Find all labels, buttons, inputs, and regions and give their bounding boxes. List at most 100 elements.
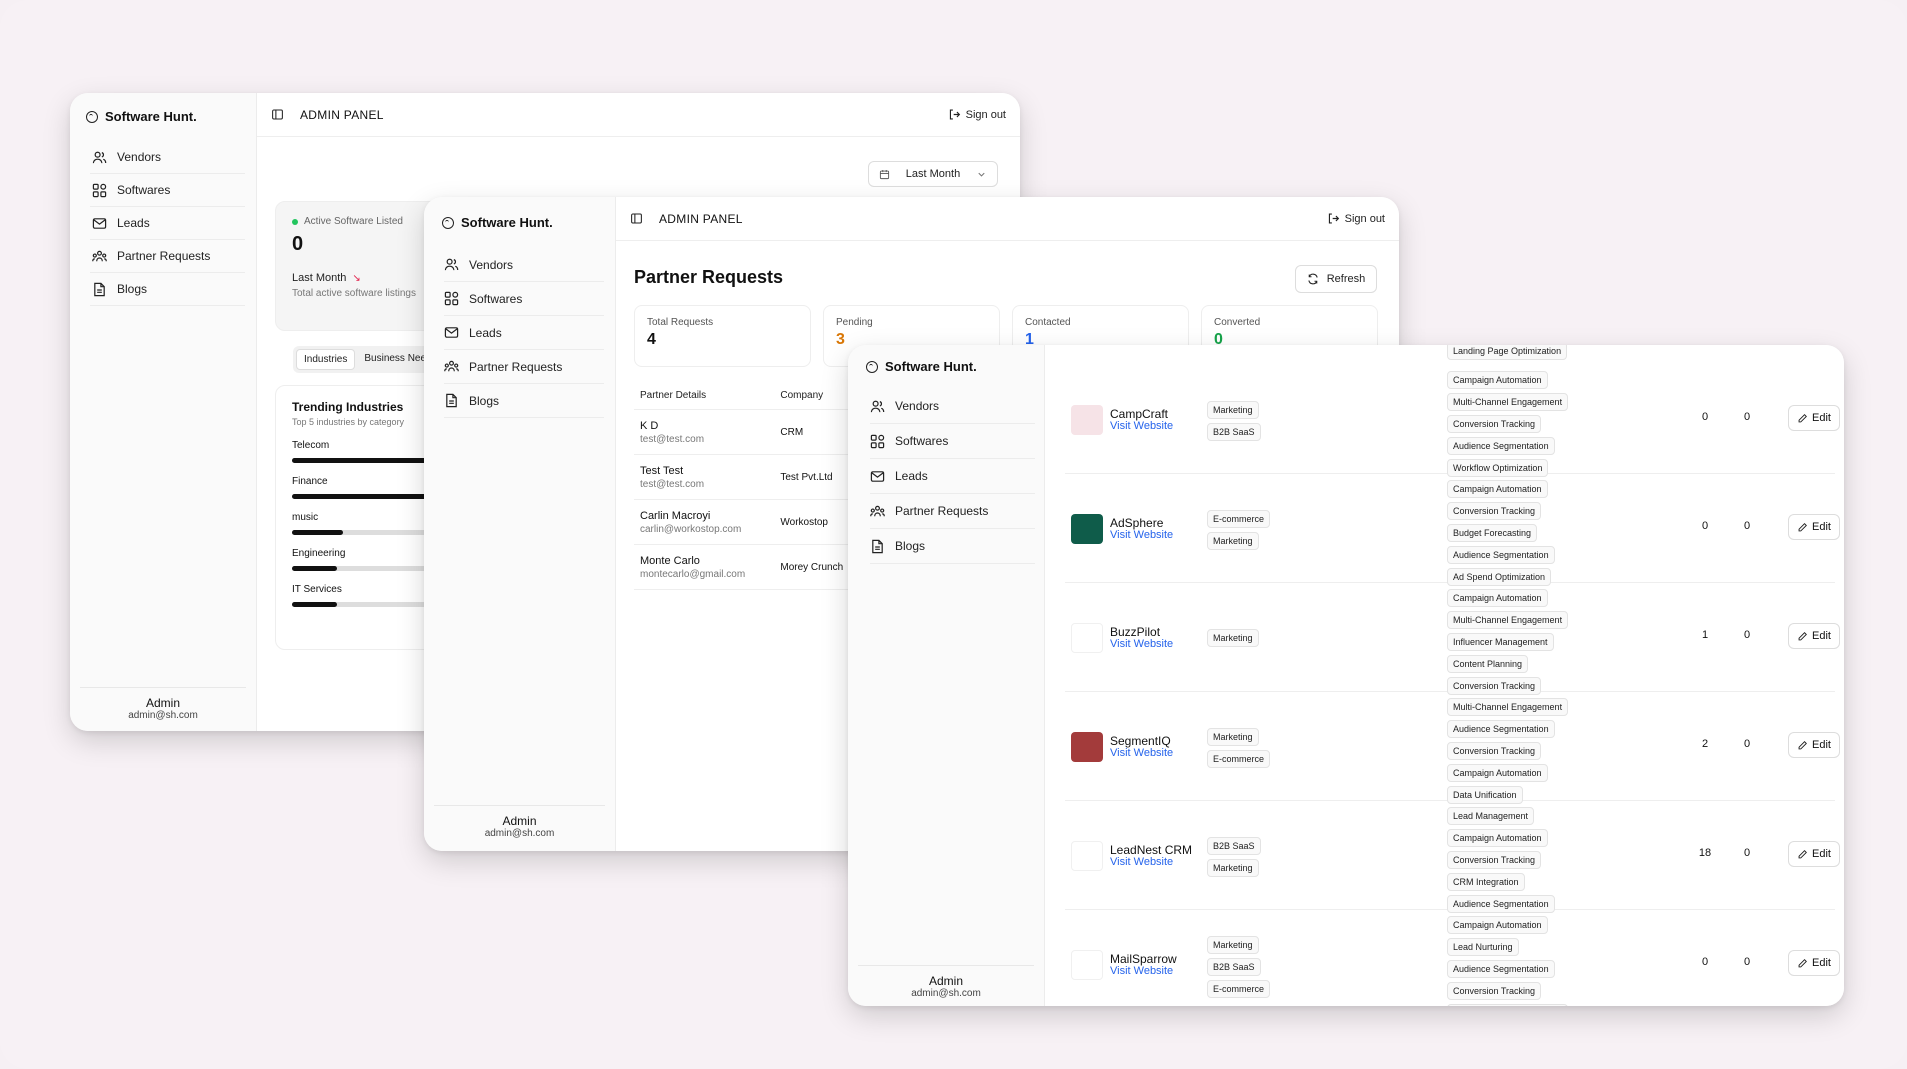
sidebar-item-leads[interactable]: Leads xyxy=(870,459,1035,494)
sidebar-item-blogs[interactable]: Blogs xyxy=(90,273,245,306)
partner-name: K D xyxy=(640,419,659,432)
visit-website-link[interactable]: Visit Website xyxy=(1110,420,1173,432)
user-email: admin@sh.com xyxy=(128,710,198,721)
industry-name: Engineering xyxy=(292,548,346,559)
category-tag: B2B SaaS xyxy=(1207,423,1261,441)
feature-tag: Budget Forecasting xyxy=(1447,524,1538,542)
industry-progress-bar xyxy=(292,494,442,499)
edit-button[interactable]: Edit xyxy=(1788,732,1840,758)
sidebar-item-blogs[interactable]: Blogs xyxy=(870,529,1035,564)
sidebar-item-softwares[interactable]: Softwares xyxy=(90,174,245,207)
edit-button[interactable]: Edit xyxy=(1788,514,1840,540)
sidebar-item-partner-requests[interactable]: Partner Requests xyxy=(90,240,245,273)
sidebar-item-softwares[interactable]: Softwares xyxy=(870,424,1035,459)
document-icon xyxy=(446,393,457,408)
tab-industries[interactable]: Industries xyxy=(296,349,356,370)
edit-label: Edit xyxy=(1812,739,1831,751)
sidebar-item-partner-requests[interactable]: Partner Requests xyxy=(444,350,604,384)
edit-button[interactable]: Edit xyxy=(1788,950,1840,976)
user-profile[interactable]: Admin admin@sh.com xyxy=(434,805,605,839)
sidebar-item-label: Leads xyxy=(895,469,928,483)
software-row: CampCraft Visit Website Marketing B2B SaaS C… xyxy=(1065,365,1840,477)
pencil-icon xyxy=(1798,849,1807,858)
brand[interactable]: Software Hunt. xyxy=(86,109,197,124)
software-logo-icon xyxy=(1071,950,1103,980)
mail-icon xyxy=(92,217,107,229)
sign-out-button[interactable]: Sign out xyxy=(1327,212,1385,225)
visit-website-link[interactable]: Visit Website xyxy=(1110,747,1173,759)
brand-name: Software Hunt. xyxy=(105,109,197,124)
category-tag: E-commerce xyxy=(1207,510,1271,528)
sidebar-item-partner-requests[interactable]: Partner Requests xyxy=(870,494,1035,529)
sidebar-item-label: Partner Requests xyxy=(469,359,563,374)
status-dot xyxy=(292,218,298,225)
edit-button[interactable]: Edit xyxy=(1788,841,1840,867)
brand[interactable]: Software Hunt. xyxy=(442,215,553,230)
industry-name: music xyxy=(292,512,319,523)
table-row[interactable]: Carlin Macroyi carlin@workostop.com Workos… xyxy=(634,499,864,545)
sidebar-item-vendors[interactable]: Vendors xyxy=(90,141,245,174)
users-icon xyxy=(444,258,459,271)
softwares-window: Software Hunt. Vendors Softwares Leads P… xyxy=(848,345,1844,1006)
sidebar: Software Hunt. Vendors Softwares Leads P… xyxy=(848,345,1045,1006)
apps-grid-icon xyxy=(444,291,459,306)
sidebar-item-vendors[interactable]: Vendors xyxy=(444,248,604,282)
feature-tag: Content Planning xyxy=(1447,655,1529,673)
tab-business-needs[interactable]: Business Nee xyxy=(357,349,433,370)
category-tag: Marketing xyxy=(1207,859,1259,877)
sign-out-button[interactable]: Sign out xyxy=(948,108,1006,121)
trending-subtitle: Top 5 industries by category xyxy=(292,417,405,427)
software-logo-icon xyxy=(1071,732,1103,762)
edit-label: Edit xyxy=(1812,848,1831,860)
user-profile[interactable]: Admin admin@sh.com xyxy=(80,687,246,721)
feature-tag: Audience Segmentation xyxy=(1447,546,1555,564)
visit-website-link[interactable]: Visit Website xyxy=(1110,638,1173,650)
sidebar-item-blogs[interactable]: Blogs xyxy=(444,384,604,418)
industry-progress-bar xyxy=(292,458,442,463)
date-filter-select[interactable]: Last Month xyxy=(868,161,998,187)
user-profile[interactable]: Admin admin@sh.com xyxy=(858,965,1034,999)
industry-progress-fill xyxy=(292,602,337,607)
visit-website-link[interactable]: Visit Website xyxy=(1110,856,1173,868)
category-tag: Marketing xyxy=(1207,401,1259,419)
table-row[interactable]: Monte Carlo montecarlo@gmail.com Morey Cru… xyxy=(634,544,864,590)
sidebar-item-label: Partner Requests xyxy=(117,249,211,263)
software-name: MailSparrow xyxy=(1110,952,1177,966)
card-label: Active Software Listed xyxy=(304,216,403,227)
feature-list: Campaign Automation Conversion Tracking Bu… xyxy=(1447,480,1555,586)
sidebar-toggle-icon[interactable] xyxy=(271,108,284,121)
sidebar-item-vendors[interactable]: Vendors xyxy=(870,389,1035,424)
visit-website-link[interactable]: Visit Website xyxy=(1110,965,1173,977)
refresh-label: Refresh xyxy=(1326,273,1366,285)
column-header: Partner Details xyxy=(634,390,775,410)
category-tag: E-commerce xyxy=(1207,980,1271,998)
visit-website-link[interactable]: Visit Website xyxy=(1110,529,1173,541)
brand-name: Software Hunt. xyxy=(461,215,553,230)
refresh-button[interactable]: Refresh xyxy=(1295,265,1377,293)
feature-tag: Campaign Automation xyxy=(1447,480,1548,498)
user-name: Admin xyxy=(928,974,963,988)
feature-tag: Campaign Automation xyxy=(1447,829,1548,847)
feature-tag: Conversion Tracking xyxy=(1447,415,1542,433)
team-icon xyxy=(870,505,885,516)
category-list: Marketing xyxy=(1207,629,1259,647)
edit-button[interactable]: Edit xyxy=(1788,623,1840,649)
table-row[interactable]: Test Test test@test.com Test Pvt.Ltd xyxy=(634,454,864,500)
sidebar-item-label: Softwares xyxy=(469,291,523,306)
main-content: Landing Page Optimization CampCraft Visit… xyxy=(1045,345,1844,1006)
category-tag: Marketing xyxy=(1207,629,1259,647)
sidebar-item-softwares[interactable]: Softwares xyxy=(444,282,604,316)
edit-button[interactable]: Edit xyxy=(1788,405,1840,431)
sidebar-item-leads[interactable]: Leads xyxy=(444,316,604,350)
sign-out-label: Sign out xyxy=(965,108,1006,121)
sidebar-item-leads[interactable]: Leads xyxy=(90,207,245,240)
trend-down-icon: ↘ xyxy=(352,272,361,284)
refresh-icon xyxy=(1308,273,1318,285)
sidebar-item-label: Partner Requests xyxy=(895,504,989,518)
software-row: MailSparrow Visit Website Marketing B2B Saa… xyxy=(1065,910,1840,1006)
sidebar-toggle-icon[interactable] xyxy=(630,212,643,225)
sidebar-item-label: Blogs xyxy=(469,393,500,408)
brand-logo-icon xyxy=(866,360,878,373)
brand[interactable]: Software Hunt. xyxy=(866,359,977,374)
table-row[interactable]: K Dtest@test.com CRM xyxy=(634,409,864,455)
